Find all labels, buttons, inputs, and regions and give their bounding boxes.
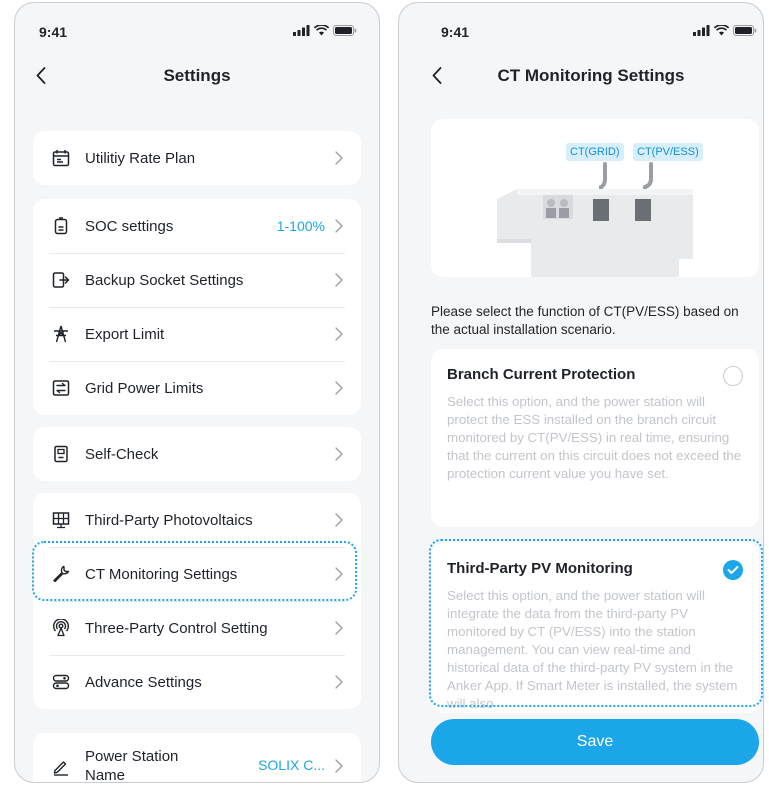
calendar-icon — [51, 148, 71, 168]
settings-item-label: Advance Settings — [85, 673, 202, 691]
status-time: 9:41 — [441, 24, 470, 40]
chevron-right-icon — [335, 219, 345, 233]
chevron-right-icon — [335, 273, 345, 287]
settings-item-label: Utilitiy Rate Plan — [85, 149, 196, 167]
option-third-party-pv-monitoring[interactable]: Third-Party PV Monitoring Select this op… — [431, 543, 759, 713]
chevron-right-icon — [335, 513, 345, 527]
chevron-right-icon — [335, 151, 345, 165]
settings-card-station: Power Station Name SOLIX C... — [33, 733, 361, 783]
page-title: Settings — [163, 66, 231, 85]
battery-status-icon — [333, 25, 357, 36]
grid-power-icon — [51, 378, 71, 398]
option-branch-current-protection[interactable]: Branch Current Protection Select this op… — [431, 349, 759, 527]
signal-icon — [293, 25, 310, 36]
settings-item-self-check[interactable]: Self-Check — [33, 427, 361, 481]
wifi-icon — [314, 25, 329, 36]
chevron-right-icon — [335, 567, 345, 581]
nav-bar: Settings — [15, 53, 379, 97]
option-description: Select this option, and the power statio… — [447, 394, 742, 481]
settings-item-label: SOC settings — [85, 217, 174, 235]
settings-item-ct-monitoring[interactable]: CT Monitoring Settings — [33, 547, 361, 601]
option-title: Third-Party PV Monitoring — [447, 560, 633, 577]
instruction-text: Please select the function of CT(PV/ESS)… — [431, 304, 739, 337]
settings-item-utility-rate-plan[interactable]: Utilitiy Rate Plan — [33, 131, 361, 185]
settings-screen: 9:41 Settings Utilitiy Rate Plan SOC set… — [14, 2, 380, 783]
settings-item-label: Backup Socket Settings — [85, 271, 244, 289]
radio-unselected-icon[interactable] — [723, 366, 743, 386]
label-line-2: Name — [85, 767, 126, 783]
save-button[interactable]: Save — [431, 719, 759, 765]
chevron-right-icon — [335, 759, 345, 773]
settings-item-label: Three-Party Control Setting — [85, 619, 268, 637]
transmission-tower-icon — [51, 324, 71, 344]
page-title: CT Monitoring Settings — [497, 66, 685, 85]
wifi-icon — [714, 25, 729, 36]
solar-panel-icon — [51, 510, 71, 530]
status-bar: 9:41 — [399, 3, 763, 51]
ct-grid-tag: CT(GRID) — [566, 143, 624, 161]
settings-card-integration: Third-Party Photovoltaics CT Monitoring … — [33, 493, 361, 709]
status-icons — [693, 25, 757, 36]
battery-icon — [51, 216, 71, 236]
settings-card-rate: Utilitiy Rate Plan — [33, 131, 361, 185]
settings-item-label: Export Limit — [85, 325, 165, 343]
pencil-icon — [51, 757, 71, 777]
ct-pv-tag: CT(PV/ESS) — [633, 143, 703, 161]
settings-card-check: Self-Check — [33, 427, 361, 481]
chevron-right-icon — [335, 675, 345, 689]
chevron-right-icon — [335, 327, 345, 341]
settings-item-soc-settings[interactable]: SOC settings 1-100% — [33, 199, 361, 253]
nav-bar: CT Monitoring Settings — [399, 53, 763, 97]
chevron-right-icon — [335, 621, 345, 635]
option-title: Branch Current Protection — [447, 366, 636, 383]
toggles-icon — [51, 672, 71, 692]
status-bar: 9:41 — [15, 3, 379, 51]
settings-item-grid-power-limits[interactable]: Grid Power Limits — [33, 361, 361, 415]
settings-item-power-station-name[interactable]: Power Station Name SOLIX C... — [33, 733, 361, 783]
settings-item-label: CT Monitoring Settings — [85, 565, 238, 583]
wrench-icon — [51, 564, 71, 584]
radio-checked-icon[interactable] — [723, 560, 743, 580]
socket-icon — [51, 270, 71, 290]
settings-item-advance-settings[interactable]: Advance Settings — [33, 655, 361, 709]
soc-range-value: 1-100% — [276, 218, 325, 234]
antenna-icon — [51, 618, 71, 638]
ct-monitoring-screen: 9:41 CT Monitoring Settings CT(GRID) CT(… — [398, 2, 764, 783]
settings-item-label: Third-Party Photovoltaics — [85, 511, 253, 529]
settings-item-backup-socket[interactable]: Backup Socket Settings — [33, 253, 361, 307]
settings-item-export-limit[interactable]: Export Limit — [33, 307, 361, 361]
status-icons — [293, 25, 357, 36]
signal-icon — [693, 25, 710, 36]
device-check-icon — [51, 444, 71, 464]
settings-item-label: Power Station Name — [85, 747, 258, 783]
chevron-right-icon — [335, 447, 345, 461]
settings-item-third-party-pv[interactable]: Third-Party Photovoltaics — [33, 493, 361, 547]
settings-item-label: Self-Check — [85, 445, 159, 463]
station-name-value: SOLIX C... — [258, 757, 325, 773]
settings-item-label: Grid Power Limits — [85, 379, 204, 397]
battery-status-icon — [733, 25, 757, 36]
label-line-1: Power Station — [85, 748, 179, 765]
ct-diagram-card: CT(GRID) CT(PV/ESS) — [431, 119, 759, 277]
status-time: 9:41 — [39, 24, 68, 40]
settings-item-three-party-control[interactable]: Three-Party Control Setting — [33, 601, 361, 655]
option-description: Select this option, and the power statio… — [447, 588, 738, 711]
settings-card-power: SOC settings 1-100% Backup Socket Settin… — [33, 199, 361, 415]
chevron-right-icon — [335, 381, 345, 395]
